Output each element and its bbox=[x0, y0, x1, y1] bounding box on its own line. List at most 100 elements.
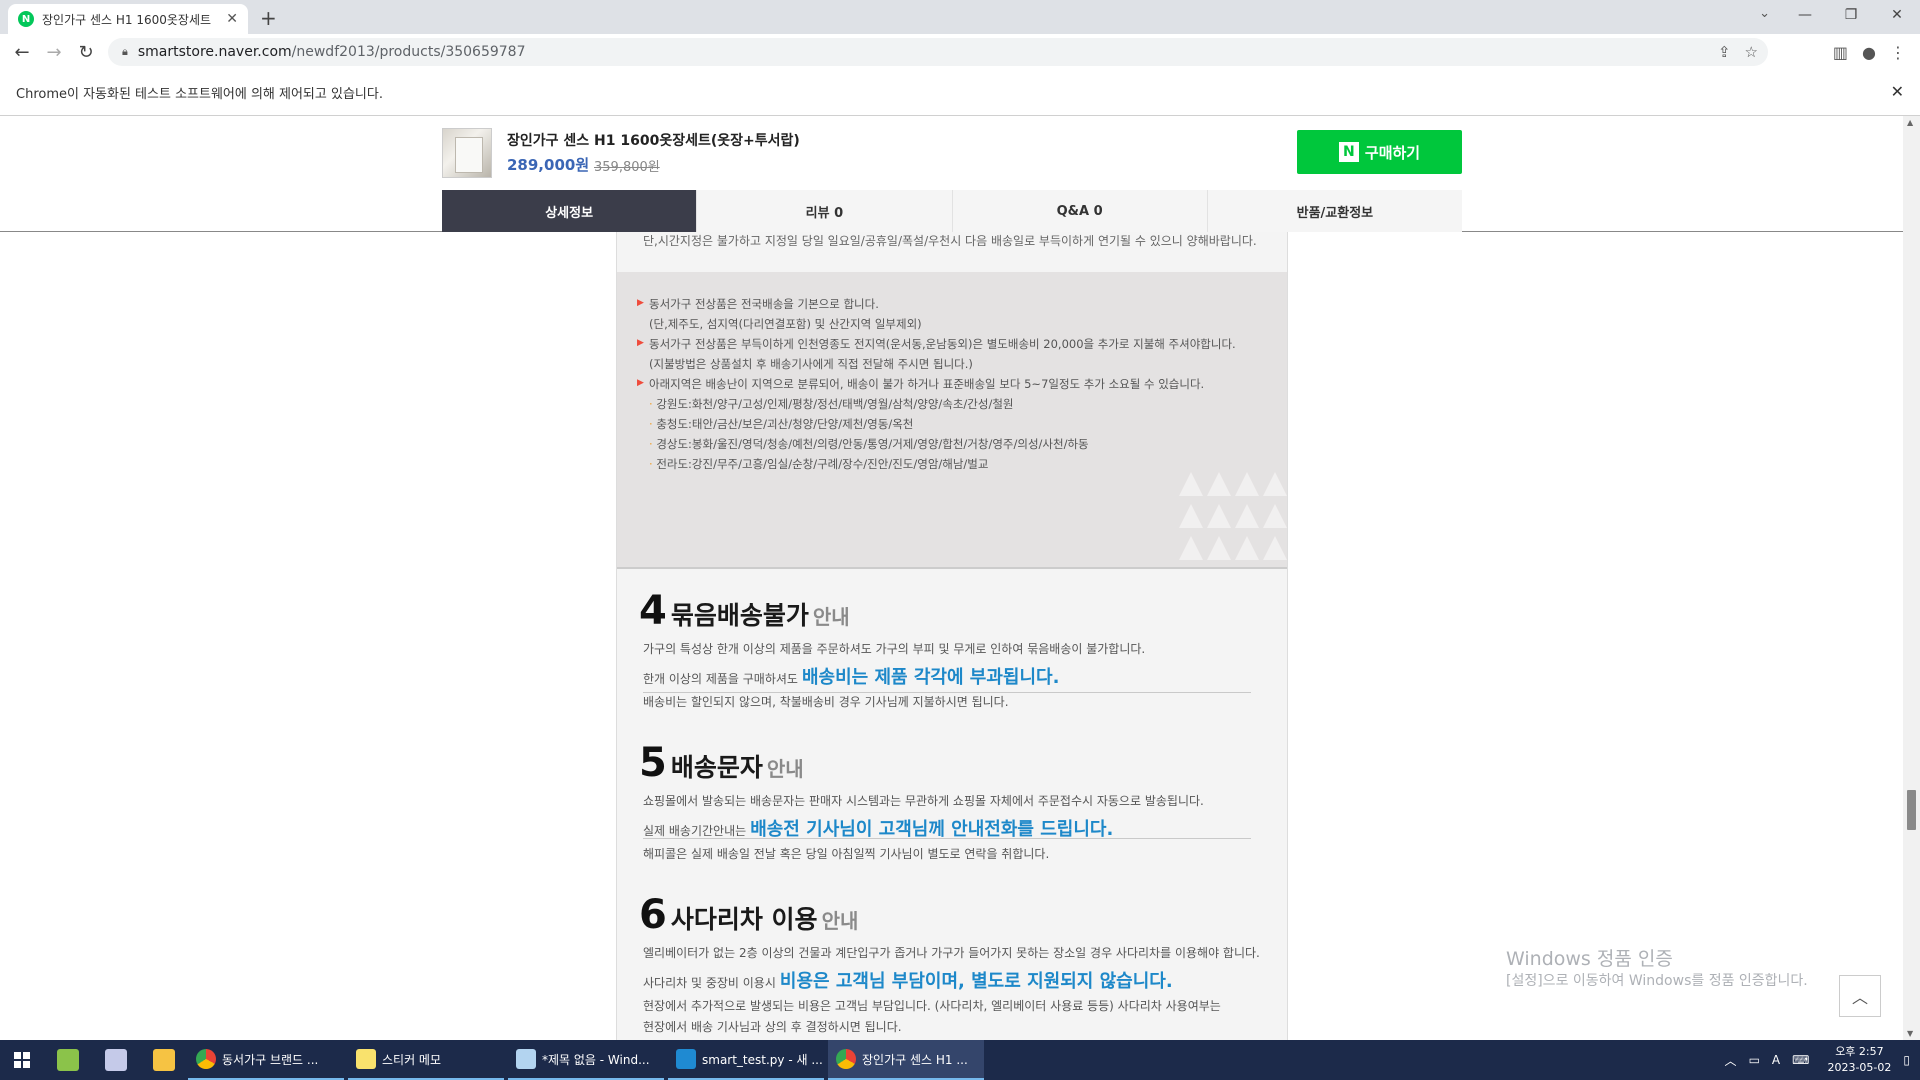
menu-kebab-icon[interactable]: ⋮ bbox=[1890, 43, 1906, 62]
infobar-text: Chrome이 자동화된 테스트 소프트웨어에 의해 제어되고 있습니다. bbox=[16, 87, 383, 102]
new-tab-button[interactable]: + bbox=[260, 6, 277, 30]
taskbar-pinned-app[interactable] bbox=[44, 1040, 92, 1080]
taskbar-app-sticky-notes[interactable]: 스티커 메모 bbox=[348, 1040, 504, 1080]
product-thumbnail[interactable] bbox=[442, 128, 492, 178]
region-text: 경상도:봉화/울진/영덕/청송/예천/의령/안동/통영/거제/영양/합천/거창/… bbox=[656, 437, 1089, 451]
tab-search-icon[interactable]: ⌄ bbox=[1759, 6, 1770, 21]
clock[interactable]: 오후 2:57 2023-05-02 bbox=[1827, 1044, 1891, 1076]
scrollbar-thumb[interactable] bbox=[1907, 790, 1916, 830]
taskbar-app-chrome-1[interactable]: 동서가구 브랜드 ... bbox=[188, 1040, 344, 1080]
address-bar[interactable]: 🔒︎ smartstore.naver.com/newdf2013/produc… bbox=[108, 38, 1768, 66]
browser-tab[interactable]: N 장인가구 센스 H1 1600옷장세트 ✕ bbox=[8, 4, 248, 34]
network-icon[interactable]: ▭ bbox=[1749, 1053, 1760, 1067]
box-text: 아래지역은 배송난이 지역으로 분류되어, 배송이 불가 하거나 표준배송일 보… bbox=[649, 377, 1205, 391]
bullet-icon: ▶ bbox=[637, 338, 644, 348]
detail-tabs: 상세정보 리뷰 0 Q&A 0 반품/교환정보 bbox=[442, 190, 1462, 232]
section-suffix: 안내 bbox=[812, 605, 850, 629]
windows-taskbar: 동서가구 브랜드 ... 스티커 메모 *제목 없음 - Wind... sma… bbox=[0, 1040, 1920, 1080]
section-highlight: 배송비는 제품 각각에 부과됩니다. bbox=[801, 667, 1060, 688]
section-text: 현장에서 배송 기사님과 상의 후 결정하시면 됩니다. bbox=[643, 1020, 902, 1034]
chrome-icon bbox=[196, 1049, 216, 1069]
box-text: (단,제주도, 섬지역(다리연결포함) 및 산간지역 일부제외) bbox=[649, 317, 922, 331]
tray-chevron-up-icon[interactable]: ︿ bbox=[1725, 1052, 1737, 1069]
taskbar-app-chrome-2[interactable]: 장인가구 센스 H1 ... bbox=[828, 1040, 984, 1080]
share-icon[interactable]: ⇪ bbox=[1718, 43, 1731, 61]
url-path: /newdf2013/products/350659787 bbox=[291, 44, 526, 60]
taskbar-app-label: smart_test.py - 새 ... bbox=[702, 1052, 823, 1067]
taskbar-app-label: 장인가구 센스 H1 ... bbox=[862, 1052, 968, 1067]
sticky-product-header: 장인가구 센스 H1 1600옷장세트(옷장+투서랍) 289,000원 359… bbox=[0, 116, 1903, 232]
back-icon[interactable]: ← bbox=[6, 42, 38, 63]
start-button[interactable] bbox=[0, 1040, 44, 1080]
section-text-line: 한개 이상의 제품을 구매하셔도 배송비는 제품 각각에 부과됩니다. bbox=[643, 663, 1269, 689]
tab-return-exchange[interactable]: 반품/교환정보 bbox=[1208, 190, 1462, 232]
section-text: 사다리차 및 중장비 이용시 bbox=[643, 976, 776, 990]
taskbar-app-label: 스티커 메모 bbox=[382, 1052, 442, 1067]
naver-pay-icon: N bbox=[1338, 142, 1359, 162]
section-number: 6 bbox=[639, 892, 667, 938]
naver-favicon-icon: N bbox=[18, 11, 34, 27]
product-name: 장인가구 센스 H1 1600옷장세트(옷장+투서랍) bbox=[507, 133, 800, 149]
close-window-icon[interactable]: ✕ bbox=[1874, 0, 1920, 30]
bookmark-star-icon[interactable]: ☆ bbox=[1745, 43, 1758, 61]
window-controls: — ❐ ✕ bbox=[1782, 0, 1920, 30]
notepad-icon bbox=[516, 1049, 536, 1069]
reload-icon[interactable]: ↻ bbox=[70, 42, 102, 63]
taskbar-app-vscode[interactable]: smart_test.py - 새 ... bbox=[668, 1040, 824, 1080]
sticky-notes-icon bbox=[356, 1049, 376, 1069]
clock-time: 오후 2:57 bbox=[1835, 1045, 1884, 1058]
taskbar-app-label: *제목 없음 - Wind... bbox=[542, 1052, 650, 1067]
activation-watermark-text: [설정]으로 이동하여 Windows를 정품 인증합니다. bbox=[1506, 973, 1808, 989]
buy-button[interactable]: N 구매하기 bbox=[1297, 130, 1462, 174]
tab-detail-info[interactable]: 상세정보 bbox=[442, 190, 698, 232]
tab-reviews[interactable]: 리뷰 0 bbox=[697, 190, 953, 232]
forward-icon[interactable]: → bbox=[38, 42, 70, 63]
section-suffix: 안내 bbox=[821, 909, 859, 933]
buy-button-label: 구매하기 bbox=[1364, 143, 1421, 162]
keyboard-icon[interactable]: ⌨ bbox=[1792, 1053, 1809, 1067]
taskbar-app-notepad[interactable]: *제목 없음 - Wind... bbox=[508, 1040, 664, 1080]
ime-indicator[interactable]: A bbox=[1772, 1053, 1780, 1067]
section-text-line: 사다리차 및 중장비 이용시 비용은 고객님 부담이며, 별도로 지원되지 않습니… bbox=[643, 967, 1269, 993]
section-text-line: 실제 배송기간안내는 배송전 기사님이 고객님께 안내전화를 드립니다. bbox=[643, 815, 1269, 841]
tab-close-icon[interactable]: ✕ bbox=[226, 11, 238, 27]
section-text: 실제 배송기간안내는 bbox=[643, 824, 747, 838]
region-text: 강원도:화천/양구/고성/인제/평창/정선/태백/영월/삼척/양양/속초/간성/… bbox=[656, 397, 1014, 411]
notification-icon[interactable]: ▯ bbox=[1903, 1053, 1910, 1067]
box-text: 동서가구 전상품은 부득이하게 인천영종도 전지역(운서동,운남동외)은 별도배… bbox=[649, 337, 1236, 351]
chevron-up-icon: ︿ bbox=[1851, 988, 1868, 1007]
minimize-icon[interactable]: — bbox=[1782, 0, 1828, 30]
product-price: 289,000원 bbox=[507, 156, 590, 174]
region-line: · 경상도:봉화/울진/영덕/청송/예천/의령/안동/통영/거제/영양/합천/거… bbox=[649, 436, 1089, 452]
region-line: · 강원도:화천/양구/고성/인제/평창/정선/태백/영월/삼척/양양/속초/간… bbox=[649, 396, 1014, 412]
url-host: smartstore.naver.com bbox=[137, 44, 292, 60]
tab-strip: N 장인가구 센스 H1 1600옷장세트 ✕ + ⌄ — ❐ ✕ bbox=[0, 0, 1920, 34]
section-text: 가구의 특성상 한개 이상의 제품을 주문하셔도 가구의 부피 및 무게로 인하… bbox=[643, 642, 1146, 656]
section-highlight: 배송전 기사님이 고객님께 안내전화를 드립니다. bbox=[750, 819, 1114, 840]
activation-watermark-title: Windows 정품 인증 bbox=[1506, 948, 1673, 970]
section-number: 5 bbox=[639, 740, 667, 786]
section-title: 사다리차 이용 bbox=[670, 905, 818, 934]
section-text: 엘리베이터가 없는 2층 이상의 건물과 계단입구가 좁거나 가구가 들어가지 … bbox=[643, 946, 1260, 960]
scroll-down-icon[interactable]: ▼ bbox=[1907, 1029, 1913, 1038]
profile-icon[interactable]: ● bbox=[1862, 43, 1876, 62]
taskbar-pinned-app[interactable] bbox=[140, 1040, 188, 1080]
automation-infobar: Chrome이 자동화된 테스트 소프트웨어에 의해 제어되고 있습니다. ✕ bbox=[0, 70, 1920, 116]
section-text: 해피콜은 실제 배송일 전날 혹은 당일 아침일찍 기사님이 별도로 연락을 취… bbox=[643, 847, 1050, 861]
detail-line: 단,시간지정은 불가하고 지정일 당일 일요일/공휴일/폭설/우천시 다음 배송… bbox=[643, 234, 1257, 248]
browser-toolbar: ← → ↻ 🔒︎ smartstore.naver.com/newdf2013/… bbox=[0, 34, 1920, 70]
product-original-price: 359,800원 bbox=[594, 160, 660, 175]
box-text: (지불방법은 상품설치 후 배송기사에게 직접 전달해 주시면 됩니다.) bbox=[649, 357, 973, 371]
restore-icon[interactable]: ❐ bbox=[1828, 0, 1874, 30]
scroll-to-top-button[interactable]: ︿ bbox=[1839, 975, 1881, 1017]
side-panel-icon[interactable]: ▥ bbox=[1833, 43, 1848, 62]
section-suffix: 안내 bbox=[766, 757, 804, 781]
taskbar-pinned-app[interactable] bbox=[92, 1040, 140, 1080]
clock-date: 2023-05-02 bbox=[1827, 1061, 1892, 1074]
divider bbox=[643, 692, 1251, 693]
infobar-close-icon[interactable]: ✕ bbox=[1891, 82, 1904, 101]
page-scrollbar[interactable]: ▲ ▼ bbox=[1903, 116, 1920, 1040]
tab-qna[interactable]: Q&A 0 bbox=[953, 190, 1208, 232]
scroll-up-icon[interactable]: ▲ bbox=[1907, 118, 1913, 127]
lock-icon[interactable]: 🔒︎ bbox=[122, 45, 128, 59]
